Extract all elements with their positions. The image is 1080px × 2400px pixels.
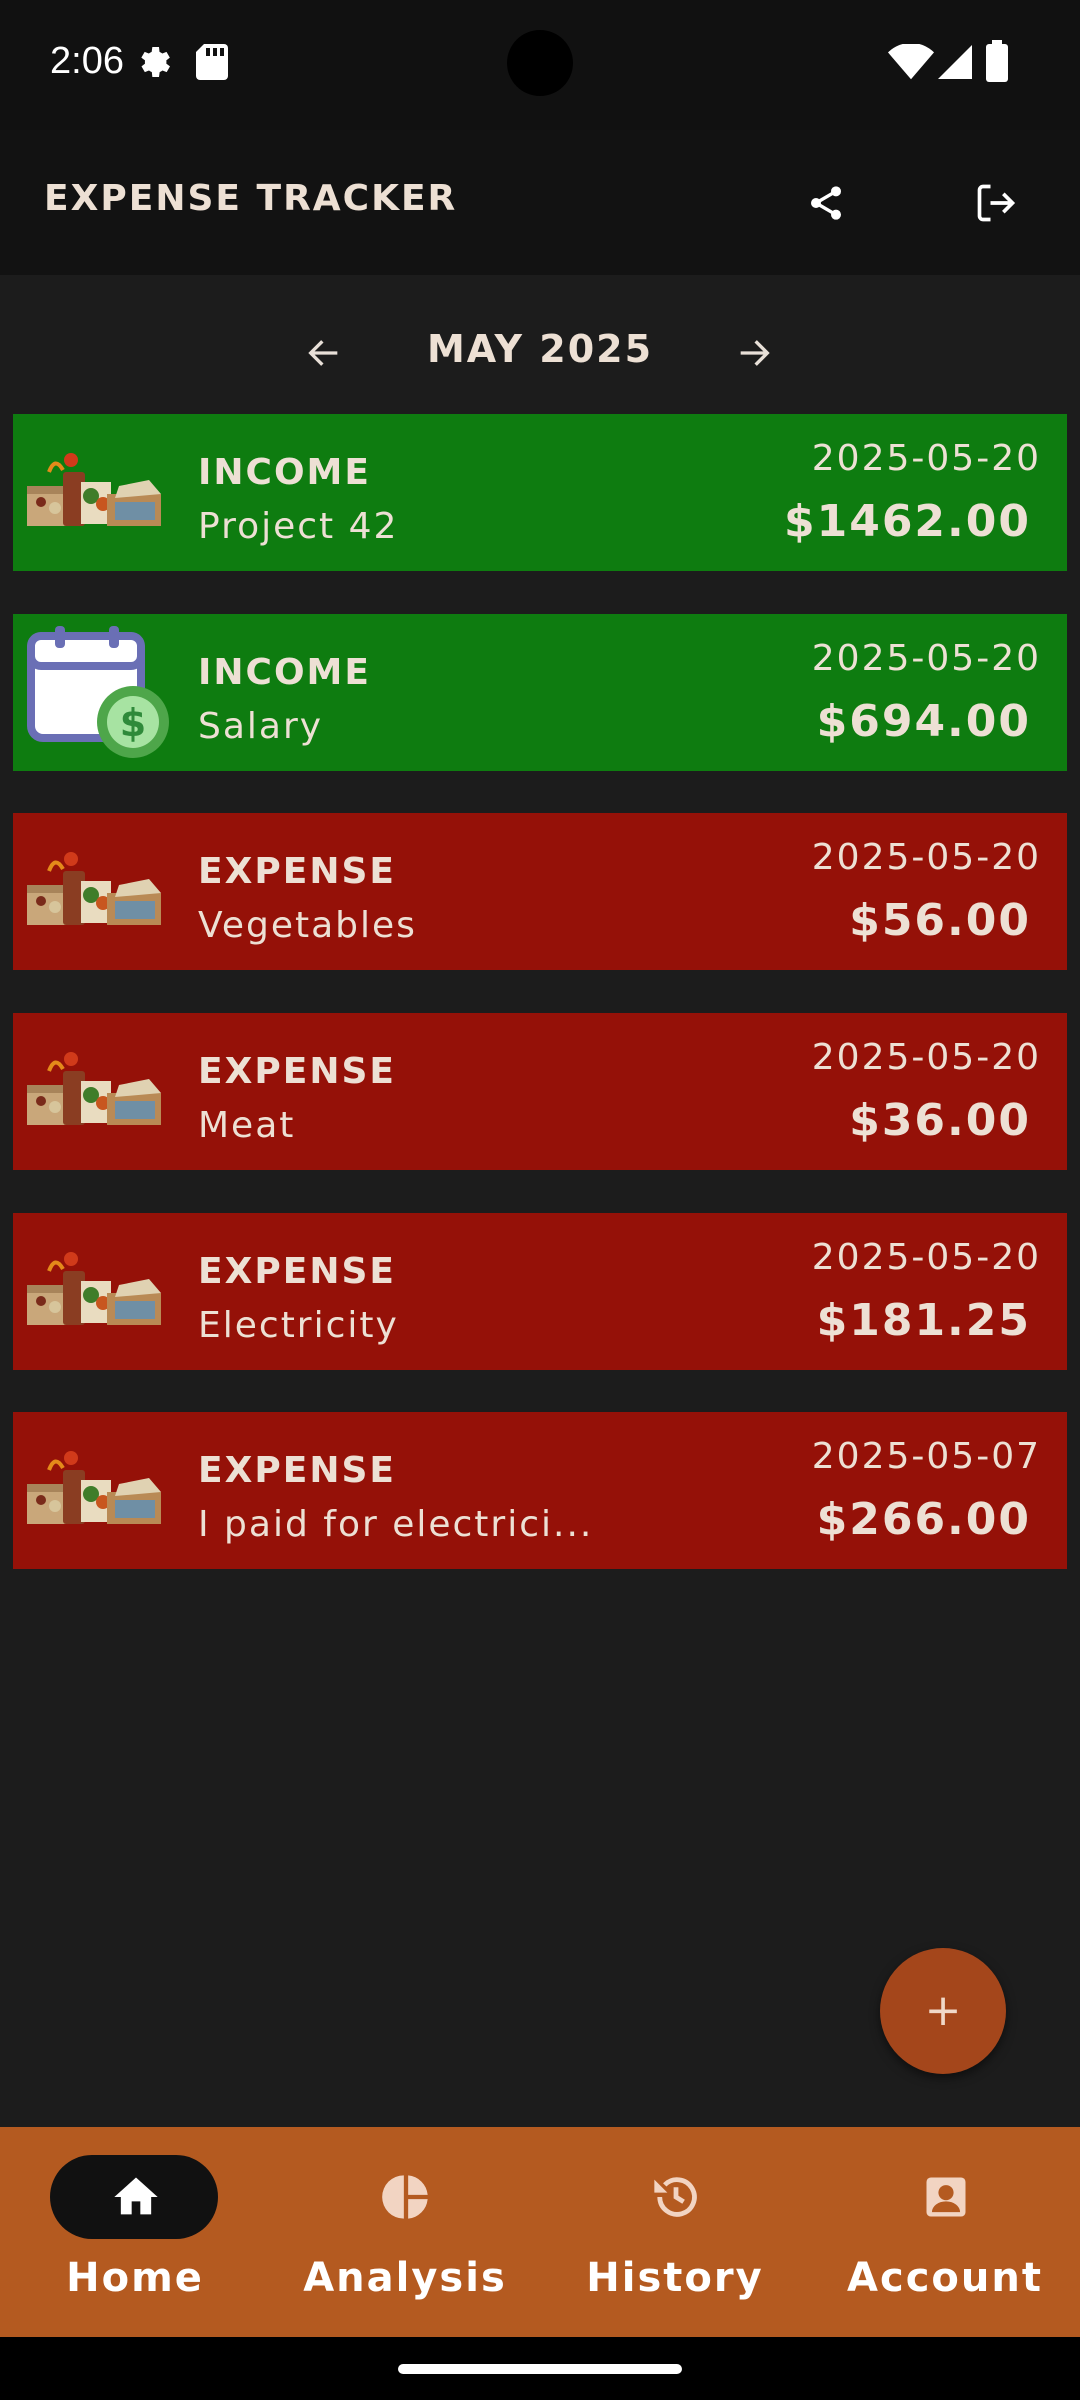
transaction-description: Project 42 [198,506,399,547]
arrow-left-icon [308,340,338,366]
signal-icon [938,45,972,79]
transaction-item[interactable]: INCOME Project 42 2025-05-20 $1462.00 [13,414,1067,571]
nav-analysis[interactable]: Analysis [270,2127,540,2337]
previous-month-button[interactable] [296,325,352,381]
logout-button[interactable] [968,175,1024,231]
transaction-type: EXPENSE [198,1251,396,1292]
transaction-item[interactable]: INCOME Salary 2025-05-20 $694.00 [13,614,1067,771]
transaction-description: Vegetables [198,905,417,946]
transaction-amount: $1462.00 [783,496,1031,547]
transaction-date: 2025-05-20 [811,837,1041,878]
share-button[interactable] [798,175,854,231]
home-icon [114,2177,158,2215]
transaction-item[interactable]: EXPENSE Vegetables 2025-05-20 $56.00 [13,813,1067,970]
transaction-date: 2025-05-20 [811,1237,1041,1278]
groceries-icon [25,1250,163,1327]
battery-icon [986,40,1008,82]
transaction-type: INCOME [198,652,371,693]
transaction-type: EXPENSE [198,851,396,892]
logout-icon [977,184,1016,222]
pie-chart-icon [382,2175,428,2219]
transaction-date: 2025-05-20 [811,638,1041,679]
current-month-label: MAY 2025 [426,327,654,371]
nav-account-label: Account [847,2255,1043,2301]
nav-home-label: Home [66,2255,204,2301]
transaction-description: Salary [198,706,324,747]
transaction-date: 2025-05-20 [811,1037,1041,1078]
plus-icon: + [924,1985,962,2036]
status-time: 2:06 [50,40,124,82]
groceries-icon [25,1050,163,1127]
history-icon [654,2177,697,2217]
calendar-money-icon [21,626,171,766]
nav-home[interactable]: Home [0,2127,270,2337]
groceries-icon [25,451,163,528]
transaction-type: INCOME [198,452,371,493]
transaction-type: EXPENSE [198,1051,396,1092]
status-bar: 2:06 [0,0,1080,130]
nav-history-label: History [586,2255,764,2301]
transaction-item[interactable]: EXPENSE I paid for electrici... 2025-05-… [13,1412,1067,1569]
transaction-description: Electricity [198,1305,399,1346]
home-gesture-bar[interactable] [398,2364,682,2374]
transaction-date: 2025-05-07 [811,1436,1041,1477]
wifi-icon [888,44,934,80]
nav-account[interactable]: Account [810,2127,1080,2337]
transaction-item[interactable]: EXPENSE Meat 2025-05-20 $36.00 [13,1013,1067,1170]
transaction-item[interactable]: EXPENSE Electricity 2025-05-20 $181.25 [13,1213,1067,1370]
nav-history[interactable]: History [540,2127,810,2337]
transaction-amount: $266.00 [816,1494,1031,1545]
settings-gear-icon [141,47,170,77]
app-bar: EXPENSE TRACKER [0,130,1080,275]
nav-analysis-label: Analysis [303,2255,507,2301]
transaction-description: I paid for electrici... [198,1504,594,1545]
transaction-amount: $36.00 [849,1095,1031,1146]
transaction-amount: $181.25 [816,1295,1031,1346]
transaction-date: 2025-05-20 [811,438,1041,479]
share-icon [811,186,841,220]
transaction-type: EXPENSE [198,1450,396,1491]
camera-cutout [507,30,573,96]
groceries-icon [25,1449,163,1526]
transaction-amount: $694.00 [816,696,1031,747]
transaction-description: Meat [198,1105,296,1146]
arrow-right-icon [740,340,770,366]
bottom-navigation: Home Analysis History Account [0,2127,1080,2337]
account-icon [926,2177,966,2217]
groceries-icon [25,850,163,927]
sd-card-icon [196,44,228,80]
transaction-amount: $56.00 [849,895,1031,946]
add-transaction-button[interactable]: + [880,1948,1006,2074]
next-month-button[interactable] [726,325,782,381]
app-title: EXPENSE TRACKER [44,178,458,219]
